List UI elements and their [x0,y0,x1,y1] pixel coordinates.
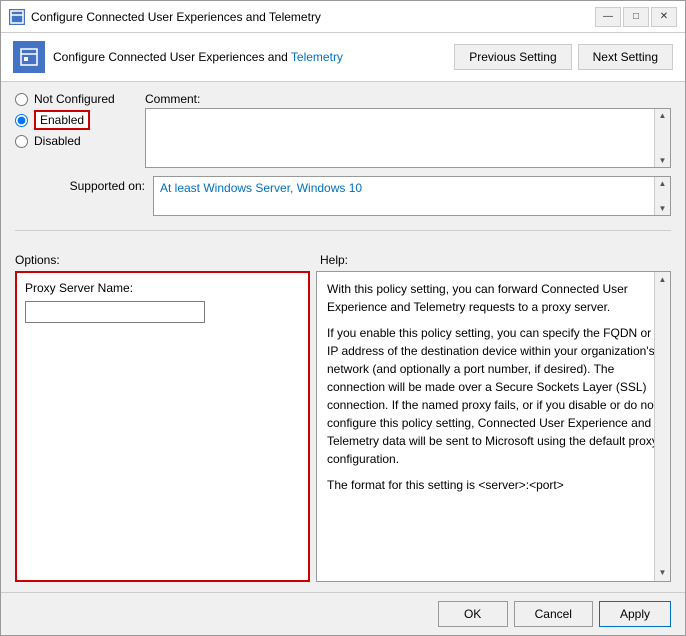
comment-section: Comment: ▲ ▼ [145,92,671,168]
not-configured-option[interactable]: Not Configured [15,92,145,106]
not-configured-radio[interactable] [15,93,28,106]
help-scroll-up[interactable]: ▲ [659,274,667,286]
supported-value: At least Windows Server, Windows 10 [160,181,362,195]
disabled-option[interactable]: Disabled [15,134,145,148]
main-window: Configure Connected User Experiences and… [0,0,686,636]
help-scroll-down[interactable]: ▼ [659,567,667,579]
enabled-radio[interactable] [15,114,28,127]
window-icon [9,9,25,25]
help-paragraph-2: If you enable this policy setting, you c… [327,324,660,468]
help-label: Help: [320,253,671,267]
cancel-button[interactable]: Cancel [514,601,593,627]
header-row: Configure Connected User Experiences and… [1,33,685,82]
options-help-labels: Options: Help: [15,253,671,267]
comment-scrollbar: ▲ ▼ [654,109,670,167]
help-scrollbar: ▲ ▼ [654,272,670,581]
proxy-server-input[interactable] [25,301,205,323]
enabled-label: Enabled [34,110,90,130]
previous-setting-button[interactable]: Previous Setting [454,44,571,70]
supported-scrollbar: ▲ ▼ [654,177,670,215]
top-section: Not Configured Enabled Disabled Comment: [15,92,671,216]
supported-value-box: At least Windows Server, Windows 10 ▲ ▼ [153,176,671,216]
scroll-down-arrow[interactable]: ▼ [659,156,667,165]
supported-scroll-down[interactable]: ▼ [659,204,667,213]
help-panel: With this policy setting, you can forwar… [316,271,671,582]
window-title: Configure Connected User Experiences and… [31,10,595,24]
supported-scroll-up[interactable]: ▲ [659,179,667,188]
apply-button[interactable]: Apply [599,601,671,627]
minimize-button[interactable]: — [595,7,621,27]
window-controls: — □ ✕ [595,7,677,27]
options-label: Options: [15,253,320,267]
footer: OK Cancel Apply [1,592,685,635]
comment-label: Comment: [145,92,671,106]
options-help-panels: Proxy Server Name: With this policy sett… [15,271,671,582]
supported-label: Supported on: [15,176,145,193]
options-panel: Proxy Server Name: [15,271,310,582]
radio-group: Not Configured Enabled Disabled [15,92,145,148]
next-setting-button[interactable]: Next Setting [578,44,673,70]
title-bar: Configure Connected User Experiences and… [1,1,685,33]
scroll-up-arrow[interactable]: ▲ [659,111,667,120]
options-help-section: Options: Help: Proxy Server Name: With t… [15,253,671,582]
enabled-option[interactable]: Enabled [15,110,145,130]
help-paragraph-3: The format for this setting is <server>:… [327,476,660,494]
header-buttons: Previous Setting Next Setting [454,44,673,70]
header-icon [13,41,45,73]
header-title: Configure Connected User Experiences and… [53,50,446,64]
proxy-server-label: Proxy Server Name: [25,281,300,295]
close-button[interactable]: ✕ [651,7,677,27]
maximize-button[interactable]: □ [623,7,649,27]
radio-comment-row: Not Configured Enabled Disabled Comment: [15,92,671,168]
supported-row: Supported on: At least Windows Server, W… [15,176,671,216]
main-content: Not Configured Enabled Disabled Comment: [1,82,685,592]
comment-box: ▲ ▼ [145,108,671,168]
divider [15,230,671,231]
help-paragraph-1: With this policy setting, you can forwar… [327,280,660,316]
ok-button[interactable]: OK [438,601,508,627]
disabled-radio[interactable] [15,135,28,148]
